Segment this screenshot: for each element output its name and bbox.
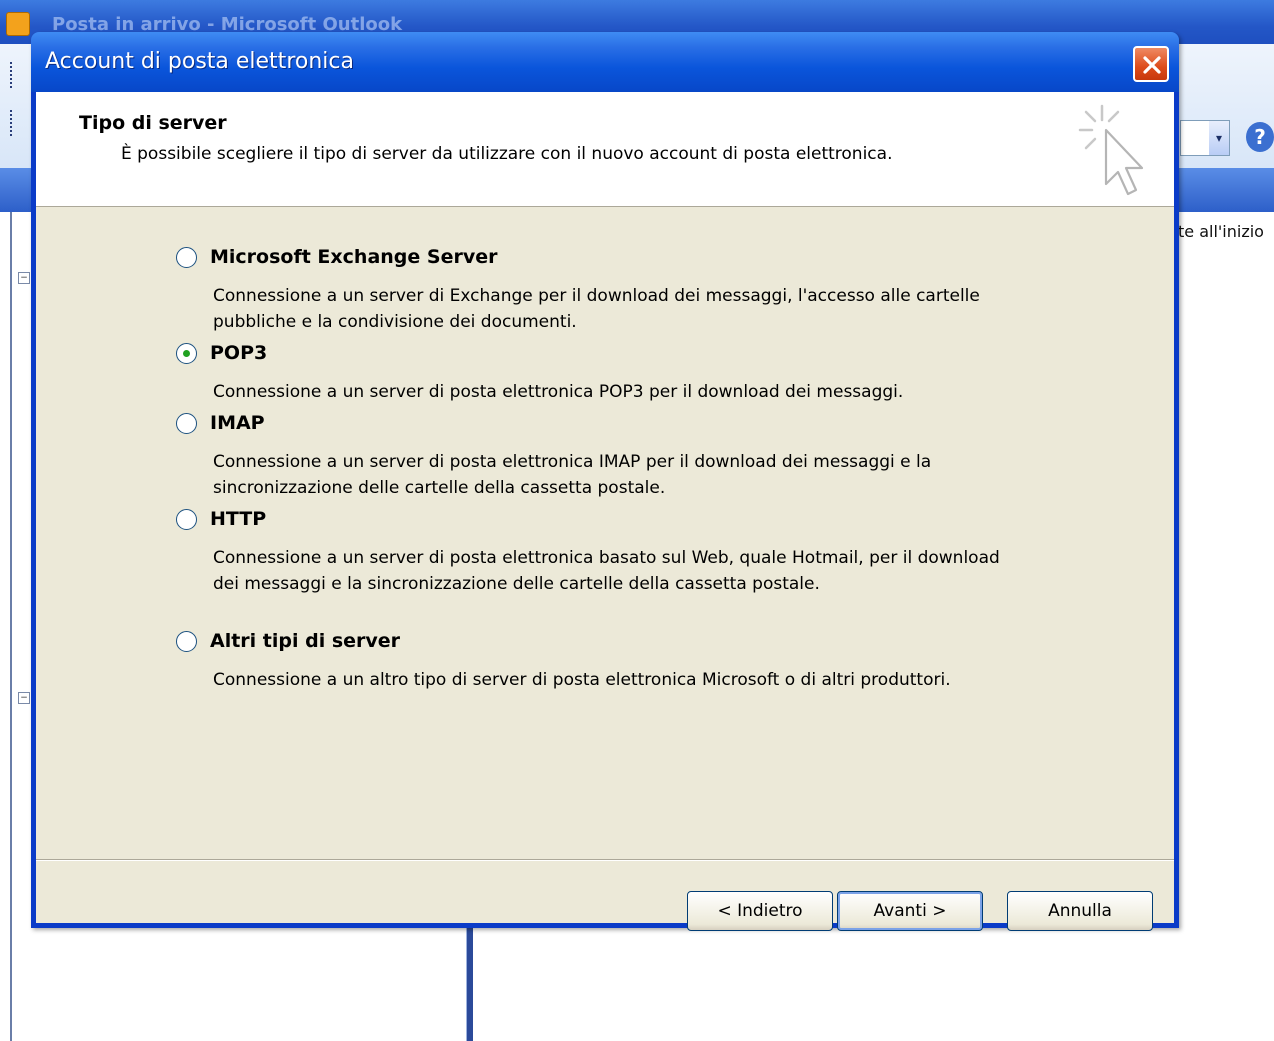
toolbar-dropdown[interactable]: ▾ bbox=[1180, 120, 1230, 156]
next-button[interactable]: Avanti > bbox=[837, 891, 983, 931]
reading-pane-text: te all'inizio bbox=[1178, 222, 1264, 241]
radio-other[interactable] bbox=[176, 631, 197, 652]
outlook-app-icon bbox=[6, 12, 30, 36]
wizard-cursor-icon bbox=[1078, 104, 1144, 196]
option-label[interactable]: HTTP bbox=[210, 508, 266, 530]
chevron-down-icon[interactable]: ▾ bbox=[1209, 121, 1229, 155]
option-label[interactable]: Microsoft Exchange Server bbox=[210, 246, 498, 268]
dialog-title: Account di posta elettronica bbox=[45, 49, 354, 74]
help-icon[interactable]: ? bbox=[1246, 122, 1274, 152]
dialog-body: Tipo di server È possibile scegliere il … bbox=[36, 92, 1174, 931]
toolbar-grip-handle[interactable] bbox=[10, 110, 16, 136]
option-description: Connessione a un altro tipo di server di… bbox=[213, 670, 951, 690]
wizard-step-subtitle: È possibile scegliere il tipo di server … bbox=[121, 144, 893, 164]
option-description: Connessione a un server di Exchange per … bbox=[213, 286, 980, 332]
button-separator bbox=[36, 859, 1174, 861]
option-description: Connessione a un server di posta elettro… bbox=[213, 452, 932, 498]
option-description: Connessione a un server di posta elettro… bbox=[213, 548, 1000, 594]
tree-expand-icon[interactable]: − bbox=[18, 272, 30, 284]
close-icon bbox=[1143, 56, 1161, 74]
dialog-titlebar[interactable]: Account di posta elettronica bbox=[31, 32, 1179, 92]
radio-pop3[interactable] bbox=[176, 343, 197, 364]
toolbar-grip-handle[interactable] bbox=[10, 62, 16, 88]
radio-imap[interactable] bbox=[176, 413, 197, 434]
tree-expand-icon[interactable]: − bbox=[18, 692, 30, 704]
wizard-step-title: Tipo di server bbox=[79, 112, 227, 134]
wizard-header: Tipo di server È possibile scegliere il … bbox=[36, 92, 1174, 207]
close-button[interactable] bbox=[1133, 46, 1169, 82]
email-account-dialog: Account di posta elettronica Tipo di ser… bbox=[31, 32, 1179, 931]
option-label[interactable]: IMAP bbox=[210, 412, 265, 434]
radio-exchange[interactable] bbox=[176, 247, 197, 268]
option-label[interactable]: POP3 bbox=[210, 342, 267, 364]
option-label[interactable]: Altri tipi di server bbox=[210, 630, 400, 652]
option-description: Connessione a un server di posta elettro… bbox=[213, 382, 904, 402]
back-button[interactable]: < Indietro bbox=[687, 891, 833, 931]
cancel-button[interactable]: Annulla bbox=[1007, 891, 1153, 931]
radio-http[interactable] bbox=[176, 509, 197, 530]
